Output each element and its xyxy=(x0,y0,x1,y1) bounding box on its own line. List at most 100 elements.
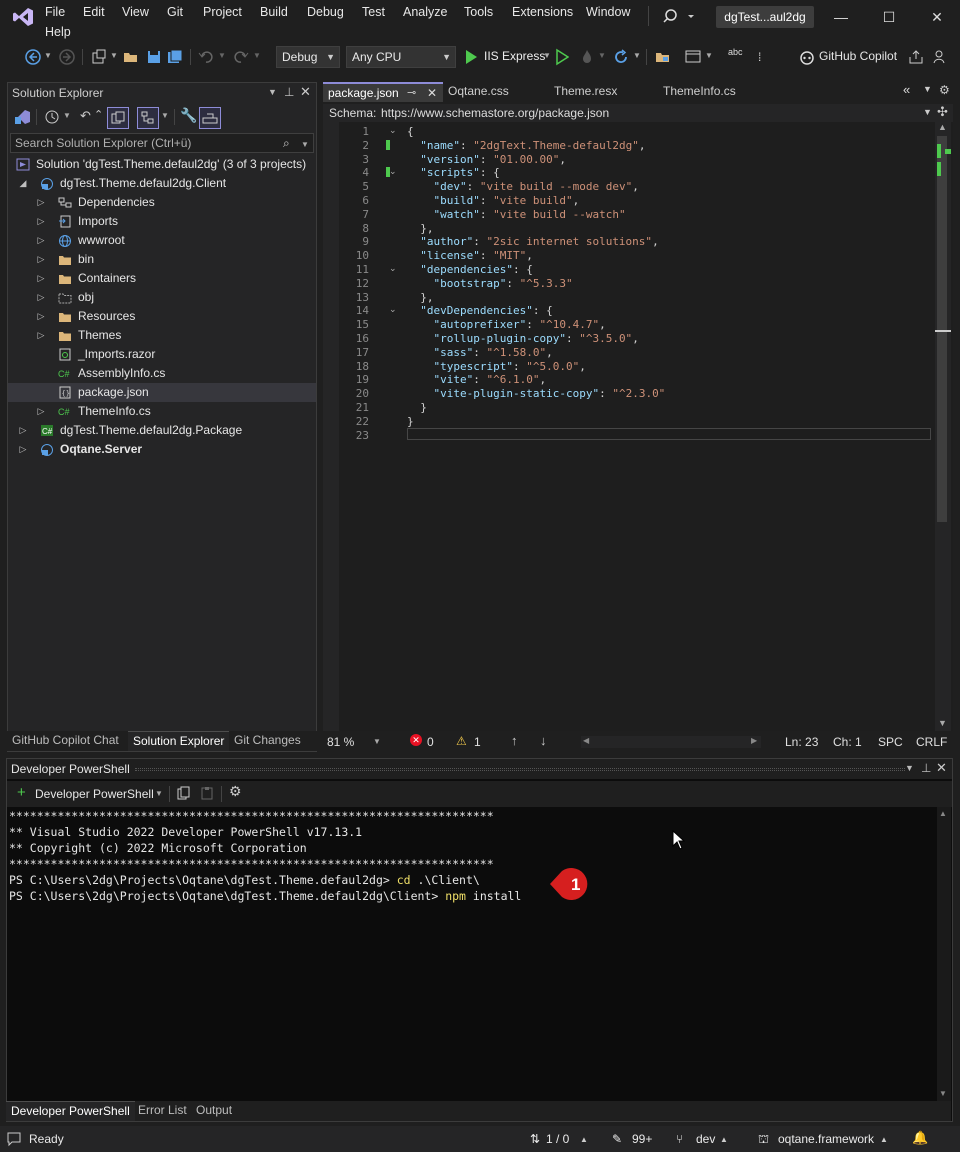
zoom-dropdown-icon[interactable]: ▼ xyxy=(373,737,381,746)
home-vs-icon[interactable] xyxy=(14,108,32,126)
fold-toggle-icon[interactable]: ⌄ xyxy=(389,304,397,315)
chevron-right-icon[interactable]: ▷ xyxy=(36,193,46,212)
close-panel-icon[interactable]: ✕ xyxy=(936,760,947,776)
scroll-down-icon[interactable]: ▼ xyxy=(938,718,947,728)
tab-github-copilot-chat[interactable]: GitHub Copilot Chat xyxy=(7,731,124,751)
minimize-button[interactable]: — xyxy=(826,5,856,29)
menu-debug[interactable]: Debug xyxy=(307,5,344,19)
feedback-icon[interactable] xyxy=(932,48,950,66)
start-debug-icon[interactable] xyxy=(464,48,478,66)
maximize-button[interactable]: ☐ xyxy=(874,5,904,29)
spell-check-icon[interactable]: abc xyxy=(728,47,743,57)
tab-error-list[interactable]: Error List xyxy=(133,1101,192,1121)
tree-item[interactable]: ▷ Themes xyxy=(8,326,316,345)
menu-edit[interactable]: Edit xyxy=(83,5,105,19)
tab-oqtane-css[interactable]: Oqtane.css xyxy=(443,82,543,102)
layout-dropdown-icon[interactable]: ▼ xyxy=(705,51,713,60)
pin-tab-icon[interactable]: ⊸ xyxy=(407,84,416,103)
tree-item[interactable]: ▷ Imports xyxy=(8,212,316,231)
repo-dropdown-icon[interactable]: ▲ xyxy=(880,1135,888,1144)
save-all-icon[interactable] xyxy=(166,48,184,66)
tree-item[interactable]: ▷ bin xyxy=(8,250,316,269)
chevron-right-icon[interactable]: ▷ xyxy=(36,402,46,421)
branch-name[interactable]: dev xyxy=(696,1132,715,1146)
pin-icon[interactable]: ⊥ xyxy=(284,85,294,99)
tab-package-json[interactable]: package.json ⊸ ✕ xyxy=(323,82,443,102)
line-number[interactable]: Ln: 23 xyxy=(785,735,818,749)
menu-extensions[interactable]: Extensions xyxy=(512,5,573,19)
error-count[interactable]: 0 xyxy=(427,735,434,749)
close-window-button[interactable]: ✕ xyxy=(922,5,952,29)
chevron-right-icon[interactable]: ▷ xyxy=(36,307,46,326)
menu-tools[interactable]: Tools xyxy=(464,5,493,19)
new-terminal-icon[interactable]: + xyxy=(17,784,26,801)
whitespace-mode[interactable]: SPC xyxy=(878,735,903,749)
platform-select[interactable]: Any CPU ▼ xyxy=(346,46,456,68)
profile-dropdown-icon[interactable]: ▼ xyxy=(155,789,163,798)
previous-issue-icon[interactable]: ↑ xyxy=(511,733,518,748)
chevron-down-icon[interactable]: ◢ xyxy=(18,174,28,193)
drag-handle[interactable] xyxy=(135,768,905,771)
tree-item[interactable]: ▷ C# dgTest.Theme.defaul2dg.Package xyxy=(8,421,316,440)
toolbar-overflow-icon[interactable]: ⁞ xyxy=(758,50,761,64)
next-issue-icon[interactable]: ↓ xyxy=(540,733,547,748)
tab-output[interactable]: Output xyxy=(191,1101,237,1121)
collapse-all-icon[interactable]: ⌃ xyxy=(94,108,103,121)
lines-updown-icon[interactable]: ⇅ xyxy=(530,1132,540,1146)
tab-developer-powershell[interactable]: Developer PowerShell xyxy=(6,1101,135,1121)
tree-item[interactable]: ▷ Containers xyxy=(8,269,316,288)
branch-dropdown-icon[interactable]: ▲ xyxy=(720,1135,728,1144)
chevron-right-icon[interactable]: ▷ xyxy=(36,326,46,345)
redo-dropdown-icon[interactable]: ▼ xyxy=(253,51,261,60)
menu-help[interactable]: Help xyxy=(45,25,71,39)
copy-icon[interactable] xyxy=(177,786,191,800)
tree-item[interactable]: Solution 'dgTest.Theme.defaul2dg' (3 of … xyxy=(8,155,316,174)
code-editor[interactable]: 1 ⌄ {2 "name": "2dgText.Theme-defaul2dg", 3… xyxy=(323,122,953,731)
tab-git-changes[interactable]: Git Changes xyxy=(229,731,306,751)
run-target-label[interactable]: IIS Express xyxy=(484,49,545,63)
pending-changes-count[interactable]: 99+ xyxy=(632,1132,652,1146)
tab-theme-resx[interactable]: Theme.resx xyxy=(549,82,649,102)
scroll-up-icon[interactable]: ▲ xyxy=(938,122,947,132)
fold-toggle-icon[interactable]: ⌄ xyxy=(389,125,397,136)
scroll-up-icon[interactable]: ▲ xyxy=(939,809,947,818)
back-dropdown-icon[interactable]: ▼ xyxy=(44,51,52,60)
redo-icon[interactable] xyxy=(232,48,250,66)
commits-count[interactable]: 1 / 0 xyxy=(546,1132,569,1146)
branch-icon[interactable]: ⑂ xyxy=(676,1132,683,1146)
terminal-output[interactable]: ****************************************… xyxy=(7,807,937,1101)
up-arrow-icon[interactable]: ▲ xyxy=(580,1135,588,1144)
save-icon[interactable] xyxy=(145,48,163,66)
schema-url[interactable]: https://www.schemastore.org/package.json xyxy=(381,106,609,120)
pending-changes-icon[interactable] xyxy=(44,109,60,125)
menu-project[interactable]: Project xyxy=(203,5,242,19)
refresh-icon[interactable] xyxy=(612,48,630,66)
schema-dropdown-icon[interactable]: ▼ xyxy=(923,107,932,117)
undo-dropdown-icon[interactable]: ▼ xyxy=(218,51,226,60)
start-without-debug-icon[interactable] xyxy=(555,48,569,66)
horizontal-scrollbar[interactable]: ◀ ▶ xyxy=(581,736,761,748)
tree-item[interactable]: ▷ Oqtane.Server xyxy=(8,440,316,459)
notification-status-icon[interactable] xyxy=(6,1131,22,1147)
terminal-scrollbar[interactable]: ▲ ▼ xyxy=(937,807,951,1101)
settings-gear-icon[interactable]: ⚙ xyxy=(939,83,950,97)
notifications-bell-icon[interactable]: 🔔 xyxy=(912,1130,928,1146)
forward-icon[interactable] xyxy=(58,48,76,66)
scroll-down-icon[interactable]: ▼ xyxy=(939,1089,947,1098)
repository-icon[interactable]: ⛫ xyxy=(758,1132,769,1148)
window-layout-icon[interactable] xyxy=(684,48,702,66)
scrollbar-thumb[interactable] xyxy=(937,136,947,522)
tree-item[interactable]: ▷ Dependencies xyxy=(8,193,316,212)
scroll-tabs-left-icon[interactable]: « xyxy=(903,82,910,97)
tab-themeinfo-cs[interactable]: ThemeInfo.cs xyxy=(658,82,768,102)
char-number[interactable]: Ch: 1 xyxy=(833,735,862,749)
view-dropdown-icon[interactable]: ▼ xyxy=(161,111,169,120)
pin-icon[interactable]: ⊥ xyxy=(921,761,931,775)
chevron-right-icon[interactable]: ▷ xyxy=(36,288,46,307)
tree-item[interactable]: {} package.json xyxy=(8,383,316,402)
close-panel-icon[interactable]: ✕ xyxy=(300,84,311,100)
copilot-icon[interactable] xyxy=(798,48,816,66)
close-tab-icon[interactable]: ✕ xyxy=(427,84,437,103)
preview-button[interactable] xyxy=(199,107,221,129)
scroll-left-icon[interactable]: ◀ xyxy=(583,736,589,745)
